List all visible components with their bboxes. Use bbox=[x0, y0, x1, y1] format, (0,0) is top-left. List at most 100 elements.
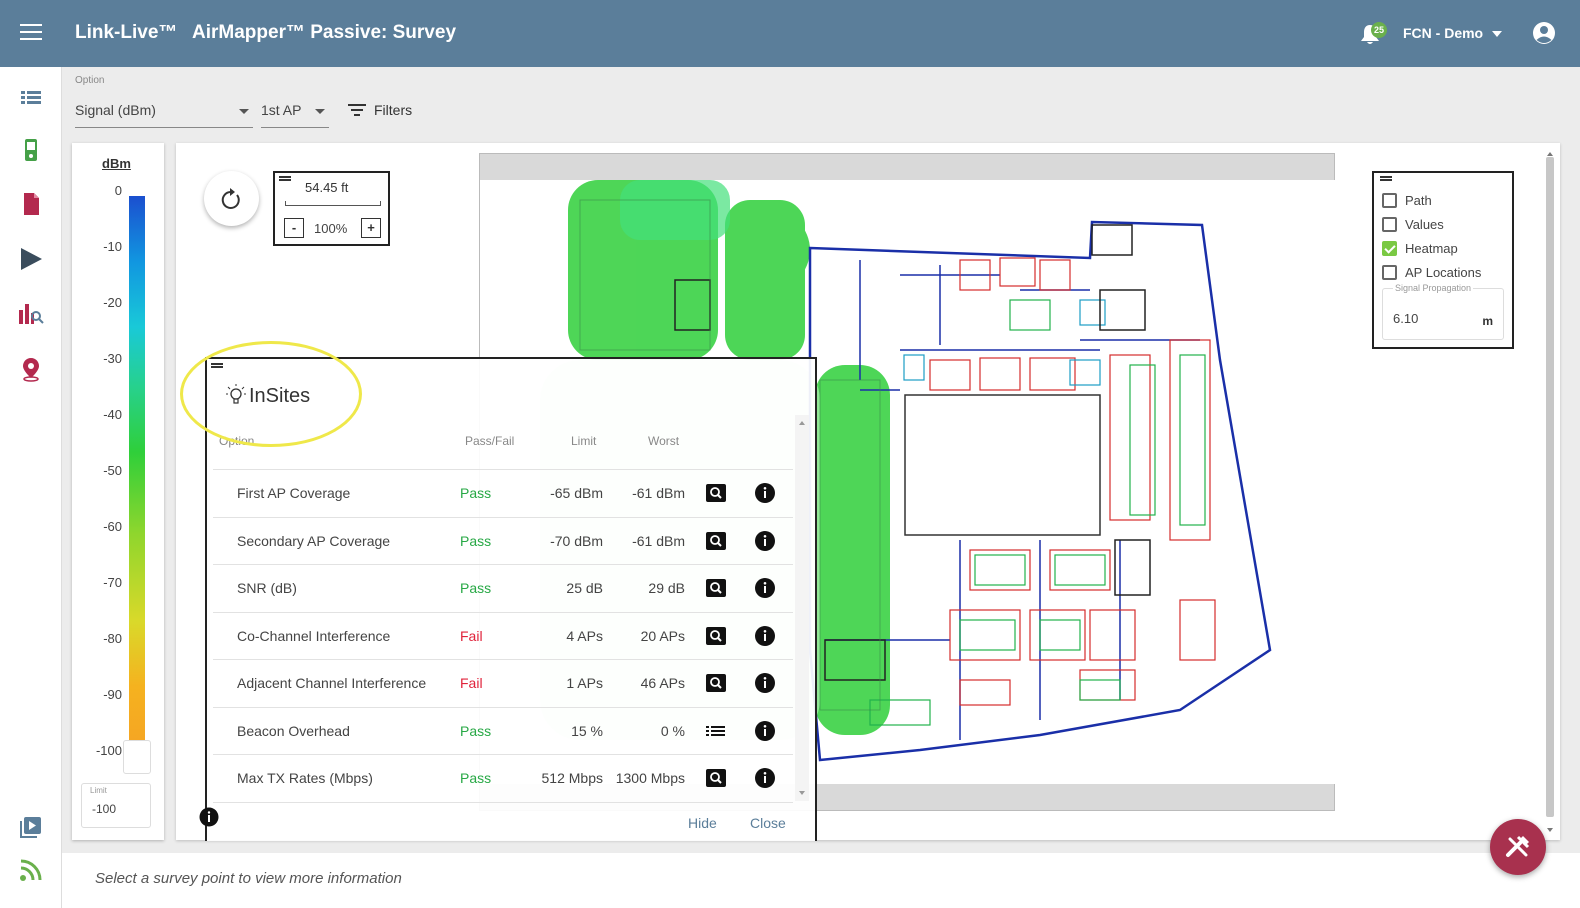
hamburger-menu-icon[interactable] bbox=[20, 24, 42, 42]
info-icon[interactable] bbox=[754, 530, 776, 552]
document-icon[interactable] bbox=[18, 191, 44, 217]
org-selector[interactable]: FCN - Demo bbox=[1403, 25, 1483, 41]
insite-result: Pass bbox=[460, 532, 492, 549]
map-scrollbar-thumb[interactable] bbox=[1546, 157, 1554, 817]
scale-tick-label: -80 bbox=[103, 631, 122, 646]
layer-label: Path bbox=[1405, 192, 1432, 208]
layer-heatmap-toggle[interactable]: Heatmap bbox=[1382, 239, 1458, 257]
brand-title[interactable]: Link-Live™ bbox=[75, 22, 177, 44]
account-circle-icon[interactable] bbox=[1532, 21, 1556, 45]
scale-tick-label: -40 bbox=[103, 407, 122, 422]
info-icon[interactable] bbox=[754, 767, 776, 789]
filters-button[interactable]: Filters bbox=[348, 96, 412, 124]
column-header-limit: Limit bbox=[571, 434, 597, 448]
measurement-select[interactable]: Signal (dBm) bbox=[75, 92, 253, 128]
notifications-bell-icon[interactable]: 25 bbox=[1360, 22, 1387, 46]
heatmap-checkbox[interactable] bbox=[1382, 240, 1397, 256]
values-checkbox[interactable] bbox=[1382, 216, 1397, 232]
refresh-button[interactable] bbox=[204, 171, 259, 226]
info-icon[interactable] bbox=[754, 577, 776, 599]
tools-fab-button[interactable] bbox=[1490, 819, 1546, 875]
insites-scrollbar[interactable] bbox=[795, 415, 809, 801]
scale-tick-label: -70 bbox=[103, 575, 122, 590]
chevron-down-icon[interactable] bbox=[1492, 31, 1502, 37]
limit-field[interactable]: Limit -100 bbox=[81, 783, 151, 828]
refresh-icon bbox=[221, 188, 240, 209]
insite-limit: 1 APs bbox=[566, 675, 603, 691]
info-icon[interactable] bbox=[754, 720, 776, 742]
insites-row: Secondary AP Coverage Pass -70 dBm -61 dBm bbox=[213, 516, 793, 564]
video-library-icon[interactable] bbox=[18, 814, 44, 840]
signal-scale-legend: dBm 0 -10 -20 -30 -40 -50 -60 -70 -80 -90 -100 Lim… bbox=[72, 143, 164, 840]
chart-search-icon[interactable] bbox=[18, 300, 44, 326]
signal-wave-icon[interactable] bbox=[18, 857, 44, 883]
scale-tick-label: -20 bbox=[103, 295, 122, 310]
scale-tick-label: -60 bbox=[103, 519, 122, 534]
ap-locations-checkbox[interactable] bbox=[1382, 264, 1397, 280]
insites-row: First AP Coverage Pass -65 dBm -61 dBm bbox=[213, 469, 793, 516]
list-icon[interactable] bbox=[18, 85, 44, 111]
search-icon[interactable] bbox=[705, 626, 727, 646]
insite-option: Beacon Overhead bbox=[237, 722, 350, 739]
insite-worst: 0 % bbox=[660, 722, 685, 739]
chevron-down-icon bbox=[315, 109, 325, 114]
location-pin-icon[interactable] bbox=[18, 356, 44, 382]
insites-row: SNR (dB) Pass 25 dB 29 dB bbox=[213, 564, 793, 611]
search-icon[interactable] bbox=[705, 483, 727, 503]
scale-tick-label: -50 bbox=[103, 463, 122, 478]
search-icon[interactable] bbox=[705, 768, 727, 788]
top-app-bar: Link-Live™ AirMapper™ Passive: Survey 25… bbox=[0, 0, 1580, 67]
close-button[interactable]: Close bbox=[750, 815, 786, 831]
layer-options-panel: Path Values Heatmap AP Locations Signal … bbox=[1372, 171, 1514, 349]
drag-handle-icon[interactable] bbox=[1380, 176, 1392, 181]
insite-result: Pass bbox=[460, 770, 492, 786]
signal-propagation-label: Signal Propagation bbox=[1393, 283, 1474, 293]
option-label: Option bbox=[75, 75, 105, 86]
insite-result: Pass bbox=[460, 722, 492, 739]
scale-tick-label: -100 bbox=[95, 743, 122, 758]
play-icon[interactable] bbox=[18, 246, 44, 272]
hide-button[interactable]: Hide bbox=[688, 815, 717, 831]
path-checkbox[interactable] bbox=[1382, 192, 1397, 208]
filters-label: Filters bbox=[374, 102, 413, 118]
zoom-level: 100% bbox=[314, 221, 348, 236]
layer-label: AP Locations bbox=[1405, 264, 1482, 280]
search-icon[interactable] bbox=[705, 673, 727, 693]
signal-propagation-unit: m bbox=[1482, 314, 1493, 328]
scale-limit-handle[interactable] bbox=[123, 740, 151, 774]
limit-label: Limit bbox=[90, 786, 107, 795]
tools-icon bbox=[1506, 835, 1530, 857]
search-icon[interactable] bbox=[705, 531, 727, 551]
zoom-in-button[interactable]: + bbox=[361, 218, 381, 238]
signal-propagation-value: 6.10 bbox=[1393, 311, 1419, 326]
insite-option: Adjacent Channel Interference bbox=[237, 675, 427, 691]
layer-values-toggle[interactable]: Values bbox=[1382, 215, 1444, 233]
insite-worst: 29 dB bbox=[648, 580, 685, 596]
insite-limit: -65 dBm bbox=[550, 485, 603, 501]
layer-label: Heatmap bbox=[1405, 240, 1458, 256]
insite-result: Pass bbox=[460, 485, 492, 501]
insite-worst: 1300 Mbps bbox=[615, 770, 685, 786]
tester-device-icon[interactable] bbox=[18, 137, 44, 163]
insite-option: First AP Coverage bbox=[237, 485, 351, 501]
scale-unit: dBm bbox=[102, 156, 131, 171]
layer-path-toggle[interactable]: Path bbox=[1382, 191, 1432, 209]
column-header-worst: Worst bbox=[648, 434, 680, 448]
signal-propagation-field[interactable]: Signal Propagation 6.10 m bbox=[1382, 283, 1504, 340]
info-icon[interactable] bbox=[754, 482, 776, 504]
info-icon[interactable] bbox=[754, 672, 776, 694]
layer-ap-locations-toggle[interactable]: AP Locations bbox=[1382, 263, 1481, 281]
ap-select[interactable]: 1st AP bbox=[261, 92, 329, 128]
chevron-down-icon bbox=[239, 109, 249, 114]
info-icon[interactable] bbox=[754, 625, 776, 647]
scale-tick-label: -30 bbox=[103, 351, 122, 366]
map-scale-control: 54.45 ft - 100% + bbox=[273, 171, 390, 246]
scale-distance: 54.45 ft bbox=[305, 180, 349, 195]
list-icon[interactable] bbox=[705, 721, 727, 741]
drag-handle-icon[interactable] bbox=[279, 176, 291, 181]
info-icon[interactable] bbox=[199, 807, 219, 827]
insites-row: Adjacent Channel Interference Fail 1 APs 46… bbox=[213, 659, 793, 706]
zoom-out-button[interactable]: - bbox=[284, 218, 304, 238]
search-icon[interactable] bbox=[705, 578, 727, 598]
insite-result: Fail bbox=[460, 675, 483, 691]
